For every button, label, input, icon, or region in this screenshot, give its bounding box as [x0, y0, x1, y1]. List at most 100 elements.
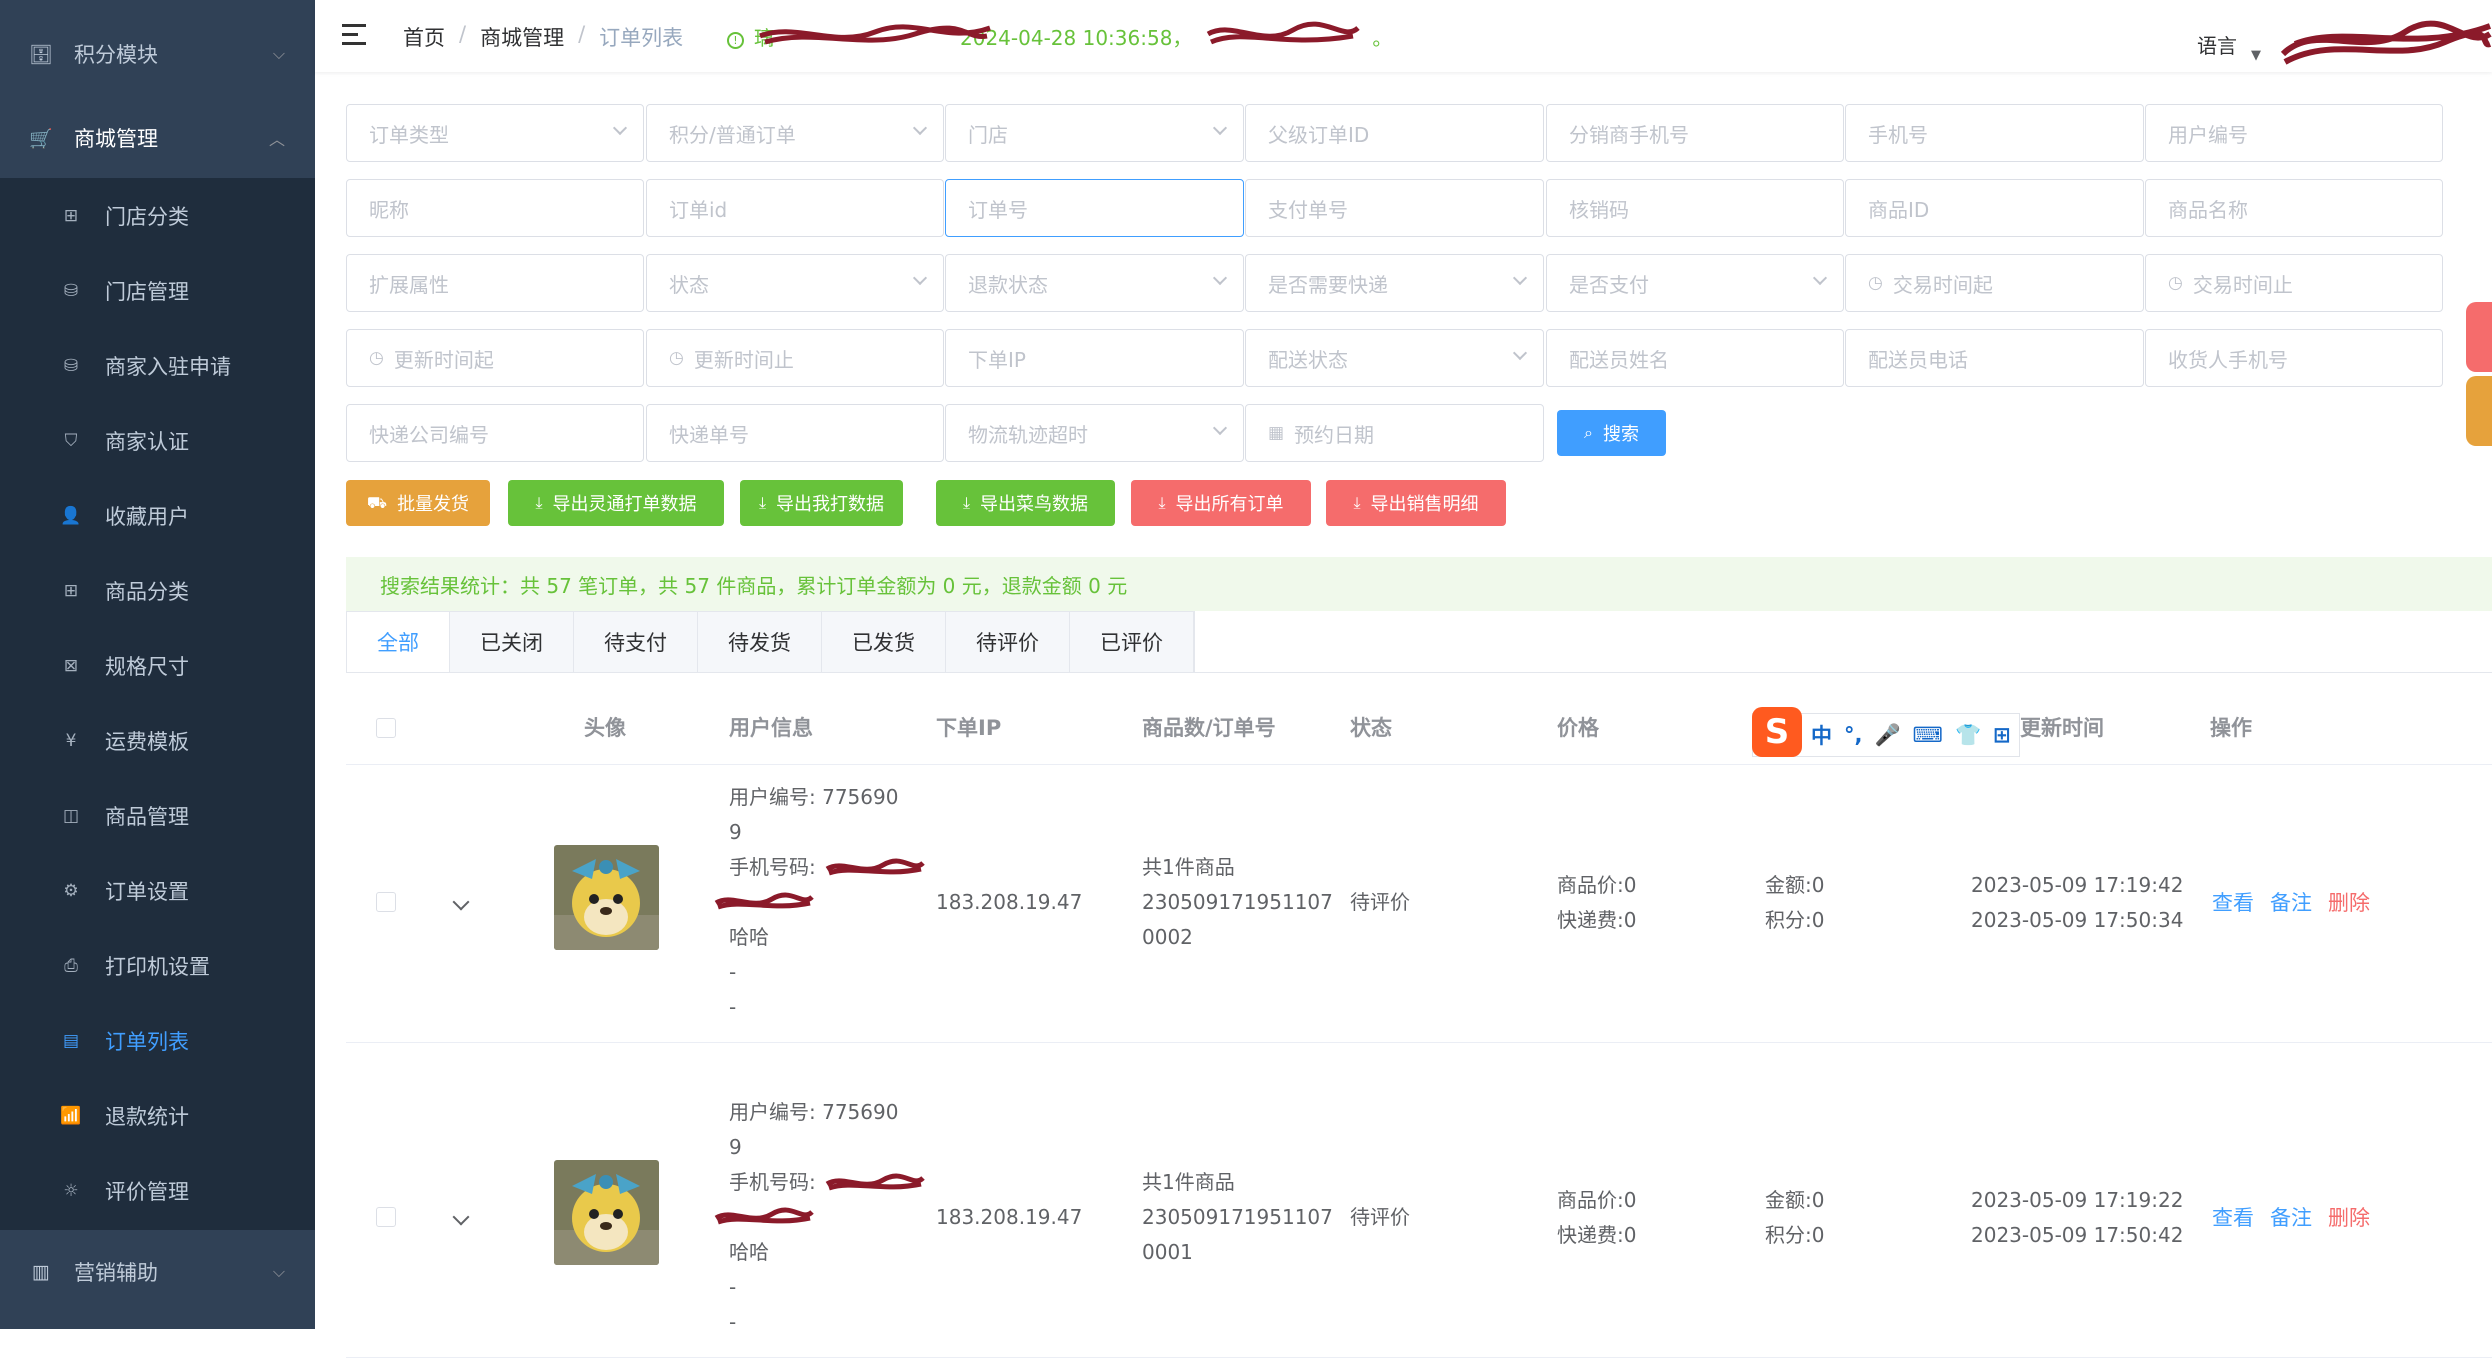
filter-row3-0[interactable]: 扩展属性 [346, 254, 644, 312]
breadcrumb-mall[interactable]: 商城管理 [480, 22, 564, 52]
filter-row4-5[interactable]: 配送员电话 [1845, 329, 2144, 387]
sidebar-item-order-list[interactable]: ▤ 订单列表 [0, 1003, 315, 1078]
tab-all[interactable]: 全部 [347, 612, 450, 672]
filter-row2-5[interactable]: 商品ID [1845, 179, 2144, 237]
chevron-down-icon [912, 120, 928, 136]
view-button[interactable]: 查看 [2212, 887, 2254, 917]
row-checkbox[interactable] [376, 892, 396, 912]
export-all-orders-button[interactable]: ⤓ 导出所有订单 [1131, 480, 1311, 526]
chevron-down-icon [1212, 420, 1228, 436]
menu-toggle-icon[interactable] [342, 24, 366, 46]
sidebar-item-merchant-application[interactable]: ⛁ 商家入驻申请 [0, 328, 315, 403]
sidebar-item-favorite-users[interactable]: 👤 收藏用户 [0, 478, 315, 553]
keyboard-icon[interactable]: ⌨ [1913, 723, 1943, 747]
filter-row3-5[interactable]: ◷ 交易时间起 [1845, 254, 2144, 312]
skin-icon[interactable]: 👕 [1955, 723, 1981, 748]
sidebar-item-store-category[interactable]: ⊞ 门店分类 [0, 178, 315, 253]
export-lingtong-button[interactable]: ⤓ 导出灵通打单数据 [508, 480, 724, 526]
filter-row4-4[interactable]: 配送员姓名 [1546, 329, 1844, 387]
sidebar-item-review-management[interactable]: ☼ 评价管理 [0, 1153, 315, 1228]
batch-ship-button[interactable]: ⛟ 批量发货 [346, 480, 490, 526]
filter-row1-5[interactable]: 手机号 [1845, 104, 2144, 162]
chevron-down-icon: ⌵ [272, 1262, 285, 1281]
filter-row2-3[interactable]: 支付单号 [1245, 179, 1544, 237]
grid-icon: ⊞ [63, 205, 79, 226]
filter-row3-3[interactable]: 是否需要快递 [1245, 254, 1544, 312]
filter-row5-3[interactable]: ▦ 预约日期 [1245, 404, 1544, 462]
tab-shipped[interactable]: 已发货 [822, 612, 946, 672]
filter-row1-6[interactable]: 用户编号 [2145, 104, 2443, 162]
delete-button[interactable]: 删除 [2328, 1202, 2370, 1232]
filter-row3-4[interactable]: 是否支付 [1546, 254, 1844, 312]
floating-help-tab[interactable] [2466, 376, 2492, 446]
filter-row3-2[interactable]: 退款状态 [945, 254, 1244, 312]
sidebar-item-printer-settings[interactable]: ⎙ 打印机设置 [0, 928, 315, 1003]
export-wodawda-button[interactable]: ⤓ 导出我打数据 [740, 480, 903, 526]
sidebar-group-points[interactable]: 🗄 积分模块 ⌵ [0, 12, 315, 96]
filter-row2-0[interactable]: 昵称 [346, 179, 644, 237]
column-order-ip: 下单IP [936, 716, 1002, 740]
apps-icon[interactable]: ⊞ [1993, 723, 2011, 747]
sidebar-item-refund-stats[interactable]: 📶 退款统计 [0, 1078, 315, 1153]
filter-row1-1[interactable]: 积分/普通订单 [646, 104, 944, 162]
sidebar-item-goods-category[interactable]: ⊞ 商品分类 [0, 553, 315, 628]
export-sales-detail-button[interactable]: ⤓ 导出销售明细 [1326, 480, 1506, 526]
sidebar-item-store-management[interactable]: ⛁ 门店管理 [0, 253, 315, 328]
sidebar-item-shipping-template[interactable]: ¥ 运费模板 [0, 703, 315, 778]
note-button[interactable]: 备注 [2270, 887, 2312, 917]
filter-row2-6[interactable]: 商品名称 [2145, 179, 2443, 237]
filter-row4-3[interactable]: 配送状态 [1245, 329, 1544, 387]
tab-pending-payment[interactable]: 待支付 [574, 612, 698, 672]
expand-row-icon[interactable] [452, 1208, 470, 1226]
gear-icon: ⚙ [63, 880, 79, 901]
filter-row2-1[interactable]: 订单id [646, 179, 944, 237]
language-switcher[interactable]: 语言 ▼ [2197, 30, 2261, 63]
floating-action-tab[interactable] [2466, 302, 2492, 372]
chart-icon: 📶 [60, 1105, 82, 1126]
tab-pending-shipment[interactable]: 待发货 [698, 612, 822, 672]
filter-row4-2[interactable]: 下单IP [945, 329, 1244, 387]
filter-row5-1[interactable]: 快递单号 [646, 404, 944, 462]
export-cainiao-button[interactable]: ⤓ 导出菜鸟数据 [936, 480, 1115, 526]
search-button[interactable]: ⌕ 搜索 [1557, 410, 1666, 456]
filter-row3-1[interactable]: 状态 [646, 254, 944, 312]
filter-row5-2[interactable]: 物流轨迹超时 [945, 404, 1244, 462]
ime-language[interactable]: 中 [1811, 720, 1832, 750]
breadcrumb-home[interactable]: 首页 [403, 22, 445, 52]
filter-row1-0[interactable]: 订单类型 [346, 104, 644, 162]
user-menu-redacted[interactable] [2275, 14, 2492, 72]
ime-logo[interactable]: S [1752, 707, 1802, 757]
ime-punctuation[interactable]: °, [1844, 723, 1862, 747]
delete-button[interactable]: 删除 [2328, 887, 2370, 917]
sidebar-item-merchant-certification[interactable]: ⛉ 商家认证 [0, 403, 315, 478]
sidebar-item-order-settings[interactable]: ⚙ 订单设置 [0, 853, 315, 928]
note-button[interactable]: 备注 [2270, 1202, 2312, 1232]
select-all-checkbox[interactable] [376, 718, 396, 738]
breadcrumb-current: 订单列表 [599, 26, 684, 50]
database-icon: 🗄 [28, 43, 54, 66]
redaction-scribble [825, 858, 925, 876]
view-button[interactable]: 查看 [2212, 1202, 2254, 1232]
filter-row3-6[interactable]: ◷ 交易时间止 [2145, 254, 2443, 312]
redaction-scribble [825, 1173, 925, 1191]
row-checkbox[interactable] [376, 1207, 396, 1227]
tab-reviewed[interactable]: 已评价 [1070, 612, 1194, 672]
filter-row4-0[interactable]: ◷ 更新时间起 [346, 329, 644, 387]
microphone-icon[interactable]: 🎤 [1874, 723, 1900, 748]
tab-pending-review[interactable]: 待评价 [946, 612, 1070, 672]
filter-row2-4[interactable]: 核销码 [1546, 179, 1844, 237]
filter-row1-2[interactable]: 门店 [945, 104, 1244, 162]
filter-row4-6[interactable]: 收货人手机号 [2145, 329, 2443, 387]
expand-row-icon[interactable] [452, 893, 470, 911]
tab-closed[interactable]: 已关闭 [450, 612, 574, 672]
sidebar-group-marketing[interactable]: ▥ 营销辅助 ⌵ [0, 1230, 315, 1314]
sidebar-item-spec-size[interactable]: ⊠ 规格尺寸 [0, 628, 315, 703]
filter-row5-0[interactable]: 快递公司编号 [346, 404, 644, 462]
filter-row1-3[interactable]: 父级订单ID [1245, 104, 1544, 162]
sidebar-group-mall[interactable]: 🛒 商城管理 ︿ [0, 96, 315, 180]
sidebar-item-goods-management[interactable]: ◫ 商品管理 [0, 778, 315, 853]
filter-row4-1[interactable]: ◷ 更新时间止 [646, 329, 944, 387]
filter-row1-4[interactable]: 分销商手机号 [1546, 104, 1844, 162]
chevron-down-icon [1212, 270, 1228, 286]
filter-row2-2[interactable]: 订单号 [945, 179, 1244, 237]
